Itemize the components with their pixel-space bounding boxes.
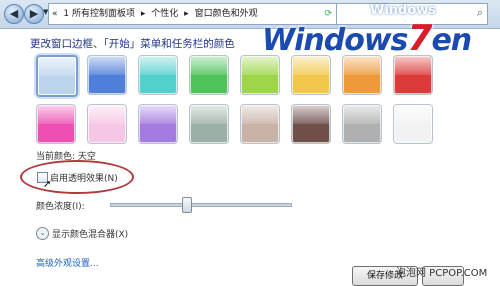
transparency-label[interactable]: 启用透明效果(N) (50, 171, 118, 184)
swatch-gloss (394, 105, 432, 124)
color-swatch[interactable] (189, 104, 229, 144)
swatch-gloss (139, 105, 177, 124)
color-swatch[interactable] (87, 104, 127, 144)
intensity-label: 颜色浓度(I): (36, 202, 85, 212)
intensity-slider-thumb[interactable] (181, 197, 192, 213)
color-swatch[interactable] (36, 104, 76, 144)
address-segment[interactable]: 窗口颜色和外观 (195, 9, 258, 19)
page-title: 更改窗口边框、「开始」菜单和任务栏的颜色 (30, 38, 235, 50)
swatch-gloss (139, 56, 177, 75)
color-swatch[interactable] (240, 55, 280, 95)
color-swatch[interactable] (138, 104, 178, 144)
address-segment[interactable]: « (52, 9, 58, 19)
back-arrow-icon[interactable]: ◀ (4, 4, 24, 24)
watermark-logo: Windows7en (262, 18, 472, 59)
address-segment[interactable]: 个性化 (151, 9, 178, 19)
color-swatch[interactable] (87, 55, 127, 95)
color-swatch[interactable] (393, 55, 433, 95)
swatch-gloss (292, 105, 330, 124)
search-icon[interactable]: ⌕ (477, 6, 483, 20)
watermark-text: Windows (370, 3, 437, 18)
color-swatch[interactable] (342, 104, 382, 144)
watermark-site: 泡泡网 PCPOP.COM (396, 268, 488, 279)
swatch-gloss (190, 56, 228, 75)
swatch-gloss (88, 105, 126, 124)
swatch-gloss (38, 57, 76, 76)
swatch-gloss (88, 56, 126, 75)
color-swatch[interactable] (189, 55, 229, 95)
watermark-logo-part: 7 (407, 18, 432, 59)
watermark-logo-part: Windows (262, 23, 408, 58)
address-separator[interactable]: ▸ (184, 9, 189, 19)
color-swatch[interactable] (138, 55, 178, 95)
advanced-appearance-link[interactable]: 高级外观设置... (36, 256, 99, 269)
color-mixer-label[interactable]: 显示颜色混合器(X) (52, 227, 128, 240)
swatch-gloss (343, 105, 381, 124)
color-swatch[interactable] (291, 55, 331, 95)
chevron-down-icon[interactable]: ⌄ (36, 227, 49, 240)
mouse-cursor-icon: ➚ (43, 179, 52, 190)
color-swatch[interactable] (240, 104, 280, 144)
forward-arrow-icon[interactable]: ▶ (24, 4, 44, 24)
color-swatch[interactable] (291, 104, 331, 144)
color-swatch[interactable] (393, 104, 433, 144)
color-swatch[interactable] (342, 55, 382, 95)
swatch-gloss (37, 105, 75, 124)
watermark-logo-part: en (431, 23, 472, 58)
swatch-gloss (241, 105, 279, 124)
address-segment[interactable]: 1 所有控制面板项 (63, 9, 135, 19)
swatch-gloss (190, 105, 228, 124)
content-area: 更改窗口边框、「开始」菜单和任务栏的颜色 当前颜色: 天空 启用透明效果(N) … (0, 29, 500, 286)
intensity-slider-track[interactable] (110, 203, 292, 207)
address-separator[interactable]: ▸ (141, 9, 146, 19)
color-swatch[interactable] (36, 55, 78, 97)
